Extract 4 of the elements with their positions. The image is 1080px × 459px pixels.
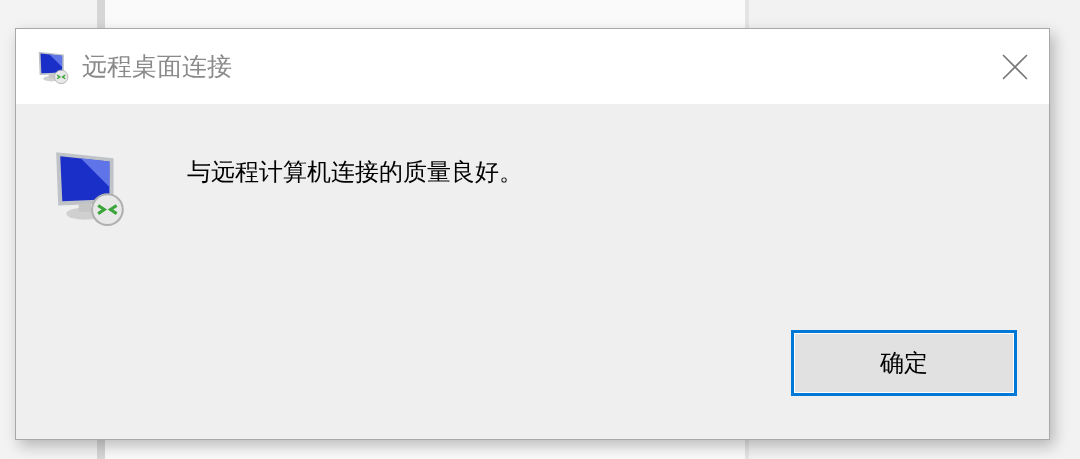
window-title: 远程桌面连接	[82, 51, 233, 83]
ok-button[interactable]: 确定	[791, 330, 1017, 396]
message-text: 与远程计算机连接的质量良好。	[187, 157, 523, 188]
close-icon[interactable]	[1001, 52, 1029, 81]
